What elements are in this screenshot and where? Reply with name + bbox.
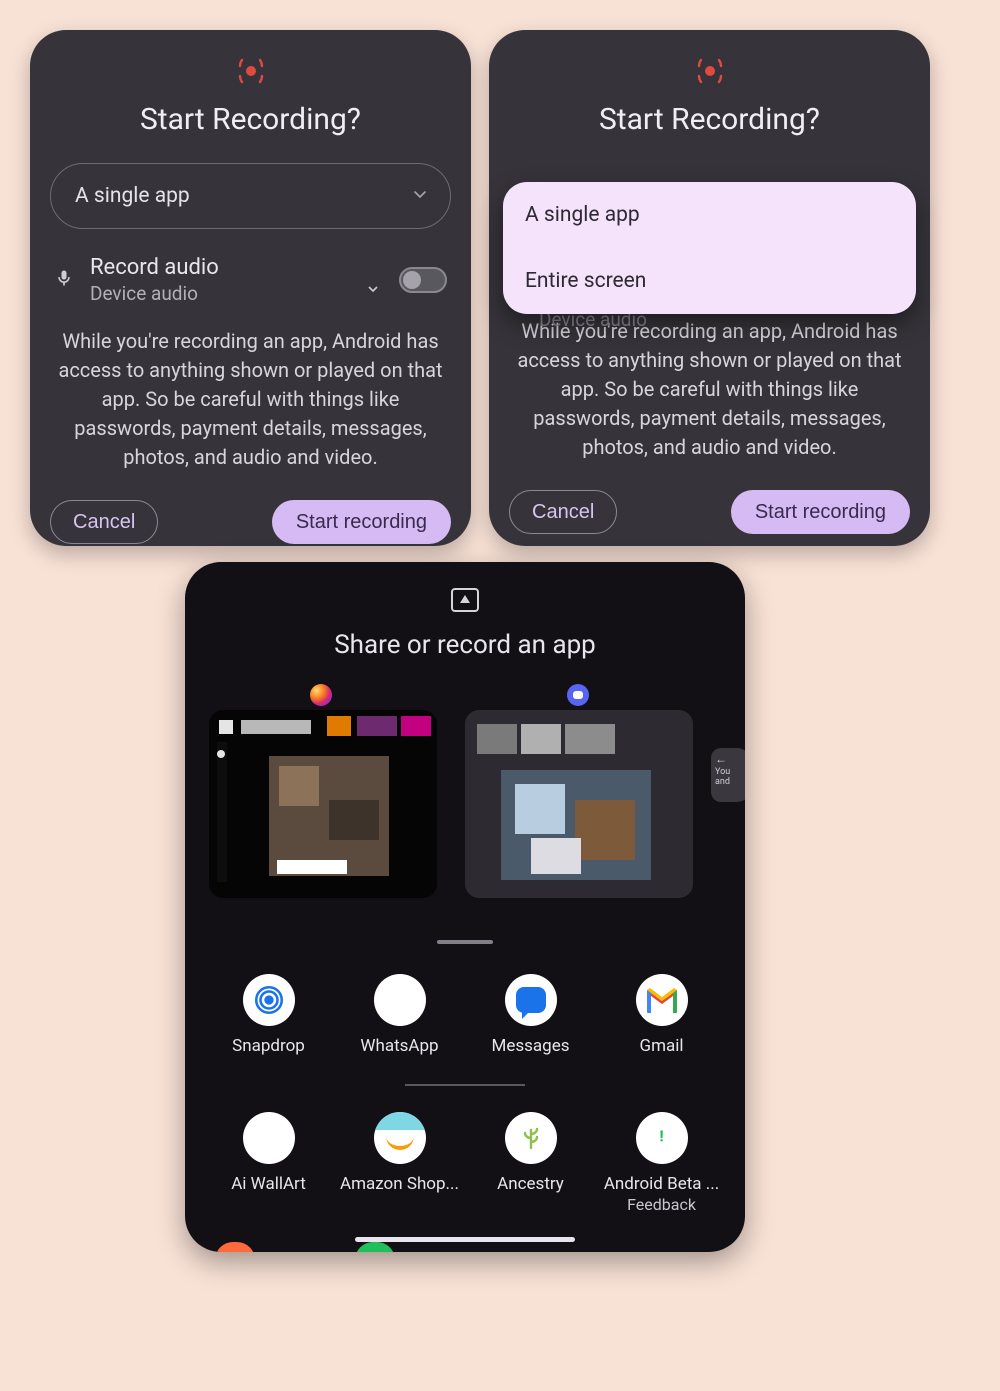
section-divider	[405, 1084, 525, 1086]
record-mode-dropdown: A single app Entire screen	[503, 182, 916, 314]
cast-share-icon	[451, 588, 479, 612]
app-label: Messages	[492, 1036, 570, 1056]
record-dialog-open: Start Recording? Device audio While you'…	[489, 30, 930, 546]
app-label: Amazon Shop...	[340, 1174, 459, 1194]
recent-app-card-peek[interactable]: ← Youand	[711, 748, 745, 802]
record-audio-title: Record audio	[90, 255, 361, 280]
ai-wallart-icon: ᐃ	[243, 1112, 295, 1164]
ancestry-icon	[505, 1112, 557, 1164]
record-audio-toggle[interactable]	[399, 267, 447, 293]
drag-handle[interactable]	[437, 940, 493, 944]
record-dialog-closed: Start Recording? A single app Record aud…	[30, 30, 471, 546]
app-android-beta-feedback[interactable]: ! Android Beta ... Feedback	[596, 1112, 727, 1213]
dialog-title: Start Recording?	[50, 102, 451, 137]
record-audio-text: Record audio Device audio	[90, 255, 361, 305]
recording-warning: While you're recording an app, Android h…	[509, 317, 910, 462]
recents-carousel[interactable]: ← Youand	[185, 682, 745, 932]
amazon-icon	[374, 1112, 426, 1164]
start-recording-button[interactable]: Start recording	[272, 500, 451, 544]
cancel-button[interactable]: Cancel	[50, 500, 158, 544]
cancel-button[interactable]: Cancel	[509, 490, 617, 534]
app-amazon-shopping[interactable]: Amazon Shop...	[334, 1112, 465, 1213]
mic-icon	[54, 268, 76, 292]
app-row-suggested: Snapdrop WhatsApp Messages Gmail	[185, 974, 745, 1056]
app-sublabel: Feedback	[627, 1195, 696, 1214]
record-mode-select[interactable]: A single app	[50, 163, 451, 229]
record-icon	[238, 58, 264, 84]
audio-chevron-down-icon	[367, 280, 379, 299]
app-label: Snapdrop	[232, 1036, 305, 1056]
app-label: Ai WallArt	[231, 1174, 306, 1194]
app-ai-wallart[interactable]: ᐃ Ai WallArt	[203, 1112, 334, 1213]
instagram-badge-icon	[310, 684, 332, 706]
recent-peek-text: Youand	[715, 768, 730, 788]
back-arrow-icon: ←	[715, 752, 727, 766]
record-audio-row[interactable]: Record audio Device audio	[50, 255, 451, 305]
whatsapp-icon	[374, 974, 426, 1026]
app-label: Ancestry	[497, 1174, 564, 1194]
dialog-title: Start Recording?	[509, 102, 910, 137]
app-label: Android Beta ...	[604, 1174, 719, 1194]
record-audio-subtitle: Device audio	[90, 282, 361, 305]
app-snapdrop[interactable]: Snapdrop	[203, 974, 334, 1056]
record-icon	[697, 58, 723, 84]
chevron-down-icon	[412, 184, 428, 208]
android-beta-icon: !	[636, 1112, 688, 1164]
app-label: WhatsApp	[360, 1036, 438, 1056]
recording-warning: While you're recording an app, Android h…	[50, 327, 451, 472]
app-messages[interactable]: Messages	[465, 974, 596, 1056]
mode-option-single-app[interactable]: A single app	[503, 182, 916, 248]
start-recording-button[interactable]: Start recording	[731, 490, 910, 534]
app-whatsapp[interactable]: WhatsApp	[334, 974, 465, 1056]
messages-icon	[505, 974, 557, 1026]
app-ancestry[interactable]: Ancestry	[465, 1112, 596, 1213]
gmail-icon	[636, 974, 688, 1026]
recent-app-card-discord[interactable]	[465, 710, 693, 898]
app-row-peek	[215, 1242, 395, 1252]
recent-app-card-instagram[interactable]	[209, 710, 437, 898]
discord-badge-icon	[567, 684, 589, 706]
snapdrop-icon	[243, 974, 295, 1026]
app-row-all: ᐃ Ai WallArt Amazon Shop... Ancestry ! A…	[185, 1112, 745, 1213]
app-label: Gmail	[639, 1036, 683, 1056]
gesture-nav-bar[interactable]	[355, 1237, 575, 1242]
app-gmail[interactable]: Gmail	[596, 974, 727, 1056]
record-mode-value: A single app	[75, 184, 190, 208]
sheet-title: Share or record an app	[185, 630, 745, 660]
mode-option-entire-screen[interactable]: Entire screen	[503, 248, 916, 314]
share-record-sheet: Share or record an app ← Youand	[185, 562, 745, 1252]
